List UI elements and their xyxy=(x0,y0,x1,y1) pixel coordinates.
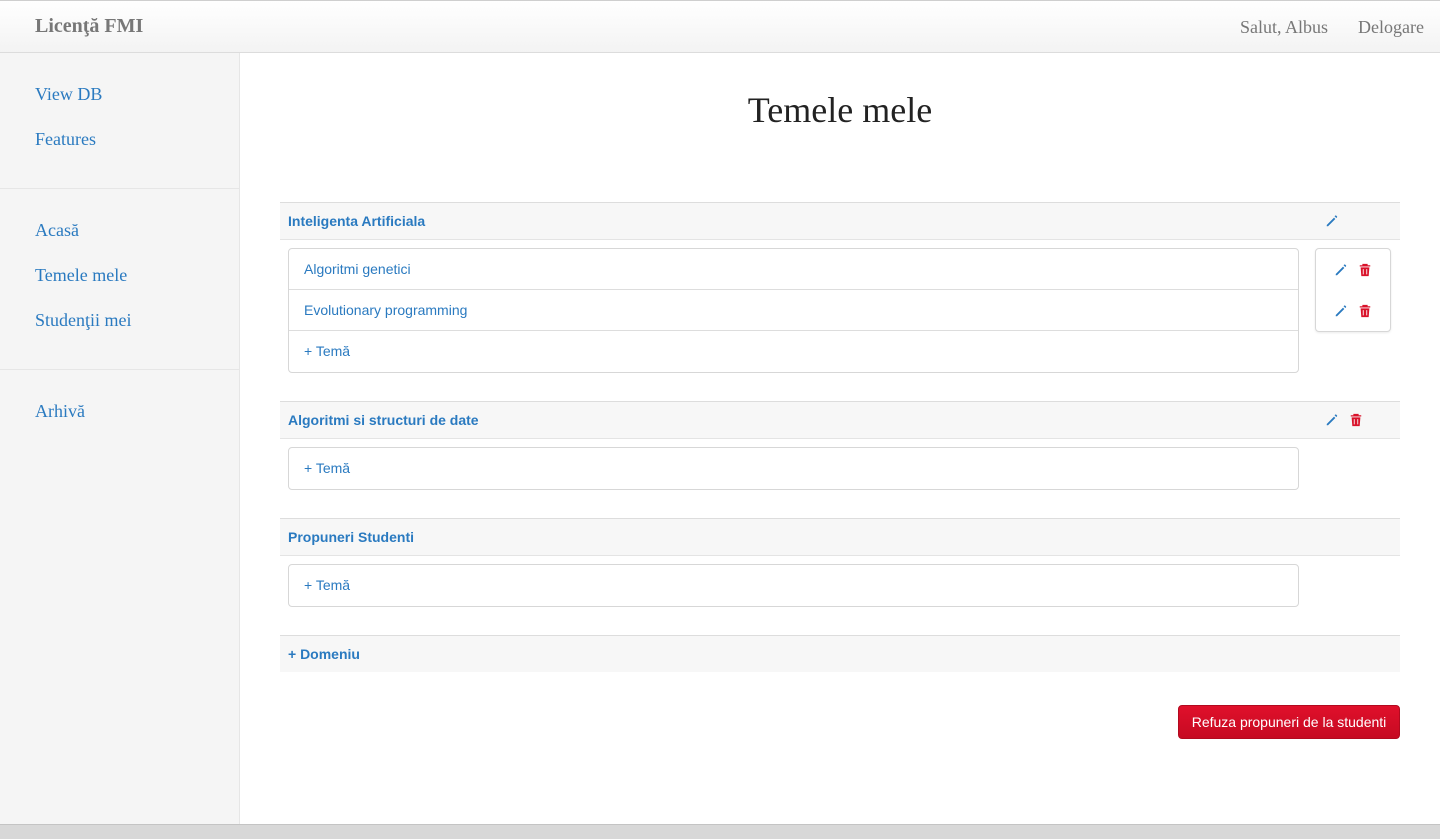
topic-row: + Temă xyxy=(288,564,1400,607)
domain-actions xyxy=(1324,412,1364,428)
sidebar-item-archive[interactable]: Arhivă xyxy=(0,393,239,438)
trash-icon[interactable] xyxy=(1357,262,1373,278)
sidebar-group-admin: View DB Features xyxy=(0,53,239,189)
add-domain-row: + Domeniu xyxy=(280,635,1400,672)
domain-header: Inteligenta Artificiala xyxy=(280,202,1400,240)
topic-actions-panel xyxy=(1315,248,1391,332)
topic-row: + Temă xyxy=(288,447,1400,490)
topic-actions xyxy=(1316,290,1390,331)
logout-link[interactable]: Delogare xyxy=(1358,17,1424,38)
topic-row: Algoritmi genetici Evolutionary programm… xyxy=(288,248,1400,373)
domain-name[interactable]: Inteligenta Artificiala xyxy=(288,213,425,229)
page-title: Temele mele xyxy=(747,90,933,130)
topic-item[interactable]: Evolutionary programming xyxy=(289,290,1298,331)
trash-icon[interactable] xyxy=(1357,303,1373,319)
user-greeting-link[interactable]: Salut, Albus xyxy=(1240,17,1328,38)
topic-list: + Temă xyxy=(288,564,1299,607)
main-content: Temele mele Inteligenta Artificiala Algo… xyxy=(280,53,1400,739)
sidebar-item-my-topics[interactable]: Temele mele xyxy=(0,257,239,302)
refuse-proposals-button[interactable]: Refuza propuneri de la studenti xyxy=(1178,705,1400,739)
pencil-icon[interactable] xyxy=(1324,213,1340,229)
sidebar: View DB Features Acasă Temele mele Stude… xyxy=(0,53,240,824)
sidebar-item-features[interactable]: Features xyxy=(0,121,239,166)
trash-icon[interactable] xyxy=(1348,412,1364,428)
sidebar-item-home[interactable]: Acasă xyxy=(0,212,239,257)
sidebar-group-archive: Arhivă xyxy=(0,370,239,460)
sidebar-item-view-db[interactable]: View DB xyxy=(0,76,239,121)
domain-name[interactable]: Algoritmi si structuri de date xyxy=(288,412,479,428)
sidebar-item-my-students[interactable]: Studenţii mei xyxy=(0,302,239,347)
horizontal-scrollbar[interactable] xyxy=(0,824,1440,839)
pencil-icon[interactable] xyxy=(1324,412,1340,428)
topic-list: Algoritmi genetici Evolutionary programm… xyxy=(288,248,1299,373)
add-topic-button[interactable]: + Temă xyxy=(289,331,1298,372)
brand-link[interactable]: Licenţă FMI xyxy=(35,15,143,38)
top-navbar: Licenţă FMI Salut, Albus Delogare xyxy=(0,0,1440,53)
topic-actions xyxy=(1316,249,1390,290)
domain-header: Propuneri Studenti xyxy=(280,518,1400,556)
domain-name[interactable]: Propuneri Studenti xyxy=(288,529,414,545)
add-topic-button[interactable]: + Temă xyxy=(289,448,1298,489)
add-domain-button[interactable]: + Domeniu xyxy=(288,646,360,662)
pencil-icon[interactable] xyxy=(1333,262,1349,278)
pencil-icon[interactable] xyxy=(1333,303,1349,319)
topic-item[interactable]: Algoritmi genetici xyxy=(289,249,1298,290)
add-topic-button[interactable]: + Temă xyxy=(289,565,1298,606)
top-nav-right: Salut, Albus Delogare xyxy=(1240,17,1424,38)
domain-actions xyxy=(1324,213,1340,229)
topic-list: + Temă xyxy=(288,447,1299,490)
sidebar-group-main: Acasă Temele mele Studenţii mei xyxy=(0,189,239,370)
domain-header: Algoritmi si structuri de date xyxy=(280,401,1400,439)
